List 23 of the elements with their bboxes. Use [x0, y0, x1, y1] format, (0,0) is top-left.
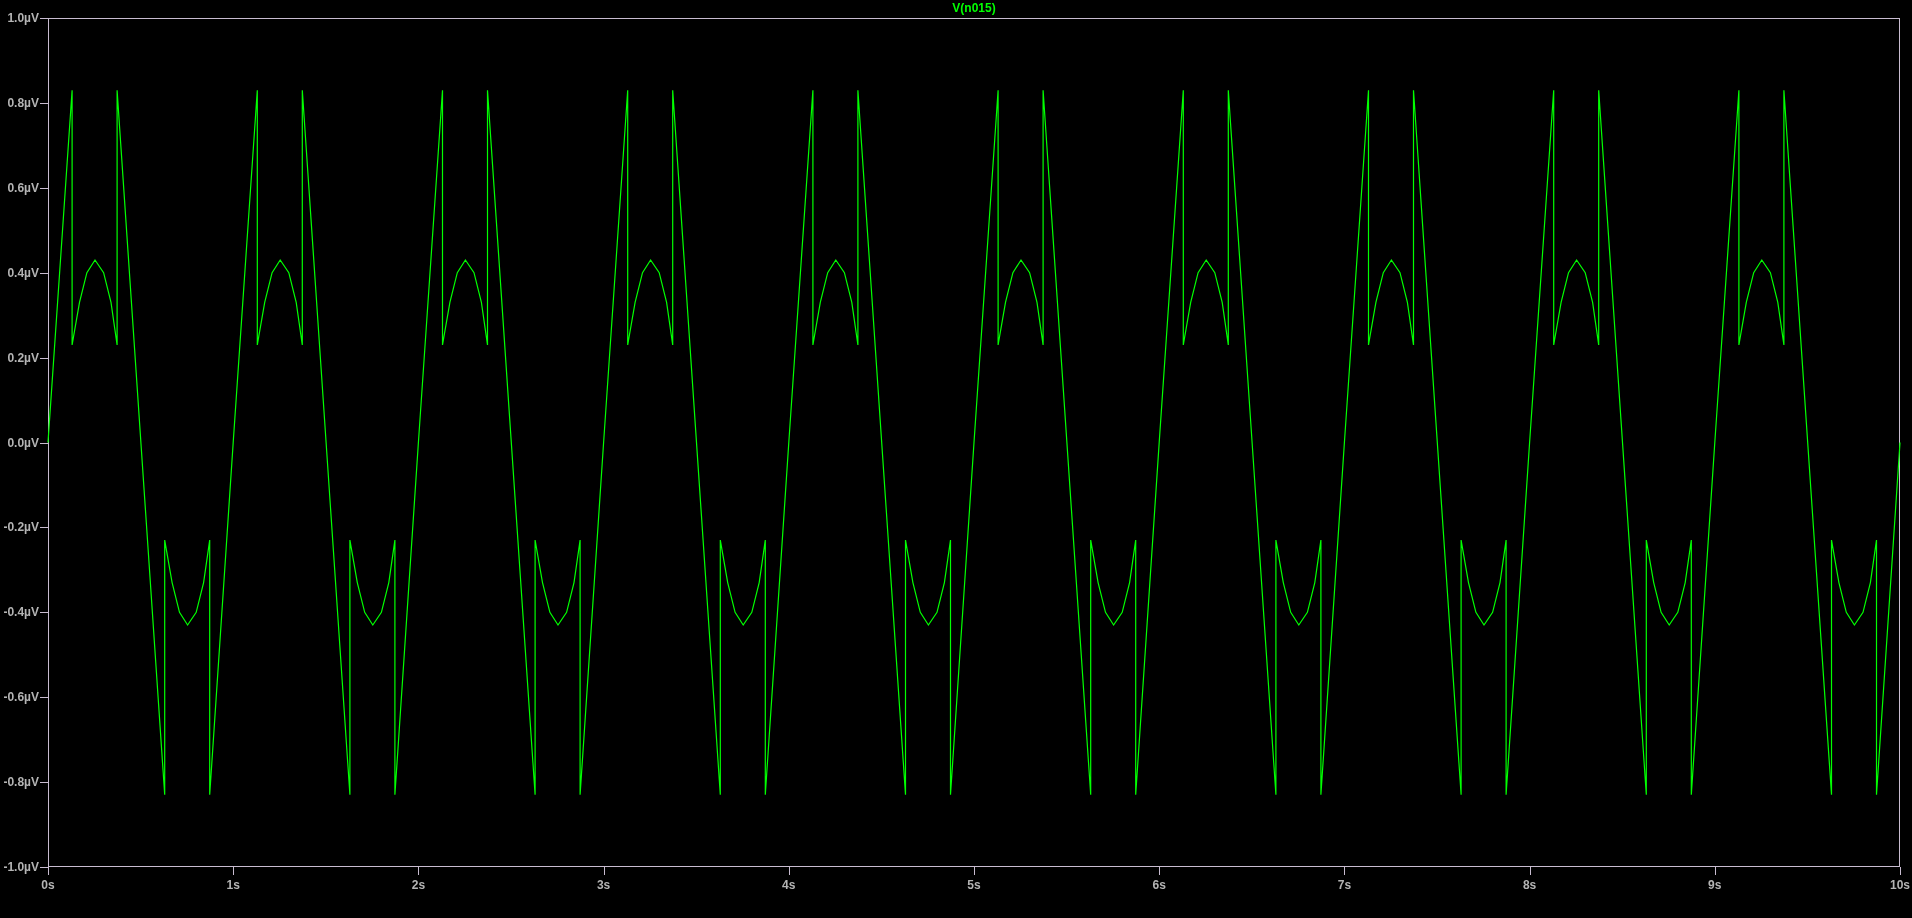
y-tick-label: -0.6µV	[3, 690, 39, 705]
x-tick-label: 8s	[1522, 878, 1537, 892]
x-tick-label: 7s	[1337, 878, 1352, 892]
x-tick-label: 10s	[1889, 878, 1910, 892]
trace-name[interactable]: V(n015)	[952, 1, 996, 15]
y-tick-label: 1.0µV	[7, 11, 39, 25]
x-tick-label: 5s	[967, 878, 981, 892]
y-tick-label: 0.6µV	[7, 180, 39, 195]
x-tick-label: 4s	[782, 878, 796, 892]
y-tick-label: -1.0µV	[3, 860, 39, 874]
x-tick-label: 3s	[596, 878, 611, 892]
x-tick-label: 6s	[1152, 878, 1166, 892]
x-tick-label: 1s	[226, 878, 240, 892]
y-tick-label: -0.2µV	[3, 520, 39, 535]
y-tick-label: 0.4µV	[7, 265, 39, 280]
y-tick-label: -0.8µV	[3, 775, 39, 790]
y-tick-label: 0.2µV	[7, 350, 39, 365]
y-tick-label: 0.0µV	[7, 435, 39, 450]
y-tick-label: 0.8µV	[7, 95, 39, 110]
y-tick-label: -0.4µV	[3, 605, 39, 620]
x-tick-label: 9s	[1708, 878, 1722, 892]
x-tick-label: 0s	[41, 878, 55, 892]
x-tick-label: 2s	[411, 878, 426, 892]
